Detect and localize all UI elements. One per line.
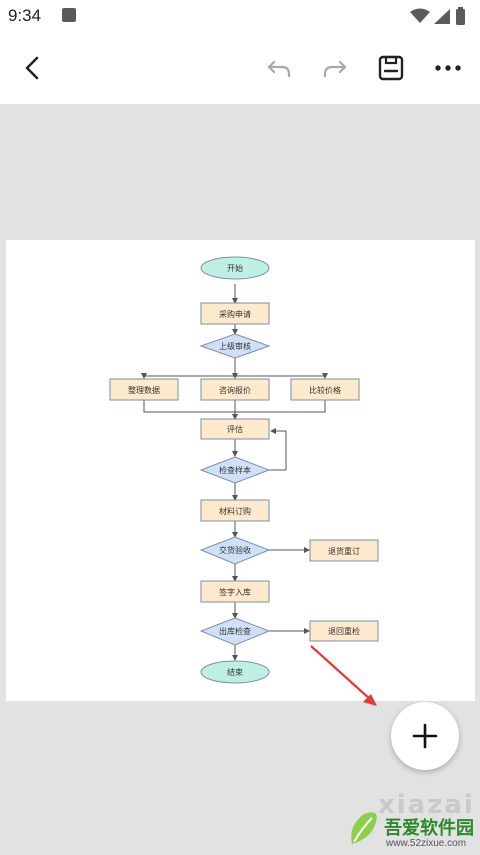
label-inquiry: 咨询报价: [219, 385, 251, 395]
notification-a-icon: [62, 8, 76, 22]
arrow-left-icon: [25, 56, 39, 80]
status-icons: [410, 7, 465, 25]
label-return-reorder: 退货重订: [328, 546, 360, 556]
status-time: 9:34: [8, 6, 42, 25]
label-sign-storage: 签字入库: [219, 587, 251, 597]
undo-button[interactable]: [257, 46, 301, 90]
label-return-recheck: 退回重检: [328, 626, 360, 636]
label-start: 开始: [227, 263, 243, 273]
undo-icon: [267, 60, 291, 78]
plus-icon: [412, 723, 438, 749]
label-review: 上级审核: [219, 341, 251, 351]
more-button[interactable]: [426, 46, 470, 90]
redo-icon: [323, 60, 347, 78]
label-inspect-sample: 检查样本: [219, 465, 251, 475]
label-order-material: 材料订购: [219, 506, 251, 516]
save-icon: [378, 55, 404, 81]
more-horizontal-icon: [435, 65, 461, 71]
status-bar: 9:34: [0, 0, 480, 34]
label-delivery-check: 交货验收: [219, 545, 251, 555]
label-compare: 比较价格: [309, 385, 341, 395]
back-button[interactable]: [11, 46, 55, 90]
label-outbound-check: 出库检查: [219, 626, 251, 636]
annotation-arrow: [310, 645, 377, 706]
add-button[interactable]: [391, 702, 459, 770]
label-purchase-request: 采购申请: [219, 309, 251, 319]
watermark-title: 吾爱软件园: [384, 818, 474, 839]
cell-signal-icon: [434, 9, 450, 24]
toolbar: [0, 34, 480, 104]
redo-button[interactable]: [313, 46, 357, 90]
flowchart: 开始 采购申请 上级审核 整理数据 咨询报价 比较价格 评估 检查样本 材料订购…: [109, 256, 379, 684]
document-page[interactable]: 开始 采购申请 上级审核 整理数据 咨询报价 比较价格 评估 检查样本 材料订购…: [6, 240, 475, 701]
save-button[interactable]: [369, 46, 413, 90]
label-end: 结束: [227, 667, 243, 677]
watermark: xiazai 吾爱软件园 www.52zixue.com: [338, 790, 480, 855]
wifi-icon: [410, 8, 430, 23]
label-collect-data: 整理数据: [128, 385, 160, 395]
watermark-logo-icon: [351, 812, 377, 844]
watermark-url: www.52zixue.com: [386, 838, 467, 849]
battery-icon: [456, 9, 465, 25]
label-evaluate: 评估: [227, 424, 243, 434]
